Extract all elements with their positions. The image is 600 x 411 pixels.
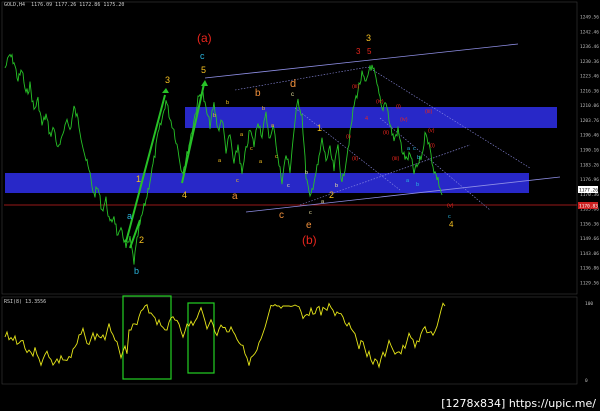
label-b-orange: b (255, 88, 261, 99)
sub-wave-label: a (407, 146, 411, 152)
symbol-info: GOLD,H4 1176.09 1177.26 1172.86 1175.20 (4, 2, 125, 8)
label-a-cyan: a (127, 211, 132, 221)
rsi-title: RSI(8) 13.3556 (4, 299, 47, 305)
label-3-red: 3 (356, 47, 361, 56)
price-tick-label: 1183.26 (580, 162, 599, 168)
price-series (4, 53, 443, 265)
sub-wave-label: (v) (447, 203, 454, 209)
sub-wave-label: (i) (430, 143, 435, 149)
sub-wave-label: (i) (396, 104, 401, 110)
sub-wave-label: (iii) (352, 84, 359, 90)
rsi-highlight-box-2 (187, 302, 215, 374)
label-4-left: 4 (182, 190, 187, 200)
sub-wave-label: c (236, 178, 239, 184)
label-c-cream: c (291, 92, 294, 98)
sub-wave-label: (i) (346, 134, 351, 140)
price-tick-label: 1176.96 (580, 177, 599, 183)
arrow-head-5 (201, 80, 208, 86)
price-tick-label: 1223.46 (580, 74, 599, 80)
label-5-red: 5 (367, 47, 372, 56)
sub-wave-label: c (287, 183, 290, 189)
price-tick-label: 1143.06 (580, 251, 599, 257)
label-a-orange: a (232, 191, 238, 202)
sub-wave-label: (ii) (352, 156, 358, 162)
label-3-left: 3 (165, 75, 170, 85)
trendline-dotted-a (234, 66, 369, 91)
sub-wave-label: b (262, 106, 265, 112)
price-tick-label: 1156.36 (580, 221, 599, 227)
sub-wave-label: a (321, 199, 325, 205)
ask-tag: 1170.83 (579, 204, 598, 210)
footer-watermark: [1278x834] https://upic.me/ (439, 397, 598, 410)
label-e-orange: e (306, 220, 312, 231)
sub-wave-label: b (417, 155, 420, 161)
rsi-level-0: 0 (585, 378, 588, 384)
support-band (5, 173, 529, 193)
bid-tag: 1177.26 (579, 188, 598, 194)
arrow-head-3 (162, 88, 169, 93)
rsi-level-100: 100 (585, 301, 593, 307)
rsi-highlight-box-1 (122, 295, 172, 380)
arrow-wave-5 (181, 83, 205, 184)
price-axis: 1249.56 1242.46 1236.46 1230.36 1223.46 1216.… (580, 15, 599, 287)
label-b-cycle: (b) (302, 233, 317, 247)
sub-wave-label: (iv) (400, 117, 408, 123)
price-tick-label: 1216.36 (580, 88, 599, 94)
label-c-cyan: c (200, 51, 205, 61)
main-panel-border (1, 1, 578, 295)
sub-wave-label: a (218, 158, 222, 164)
sub-wave-label: b (416, 182, 419, 188)
price-tick-label: 1129.56 (580, 281, 599, 287)
price-tick-label: 1190.16 (580, 148, 599, 154)
price-tick-label: 1249.56 (580, 15, 599, 21)
rsi-panel-border (1, 296, 578, 385)
sub-wave-label: 4 (365, 116, 368, 122)
price-tick-label: 1230.36 (580, 59, 599, 65)
label-c-orange: c (279, 210, 284, 221)
sub-wave-label: (iii) (425, 109, 432, 115)
price-tick-label: 1242.46 (580, 29, 599, 35)
sub-wave-label: c (413, 146, 416, 152)
sub-wave-label: c (309, 210, 312, 216)
label-1: 1 (136, 174, 141, 184)
trendline-dotted-d (379, 117, 491, 211)
sub-wave-label: b (305, 170, 308, 176)
sub-wave-label: b (213, 113, 216, 119)
sub-wave-label: c (275, 154, 278, 160)
sub-wave-label: a (240, 132, 244, 138)
sub-wave-label: a (259, 159, 263, 165)
price-tick-label: 1210.06 (580, 103, 599, 109)
price-tick-label: 1203.76 (580, 118, 599, 124)
resistance-band (185, 107, 557, 128)
label-a-cycle: (a) (197, 31, 212, 45)
label-3-top: 3 (366, 33, 371, 43)
sub-wave-label: c (250, 146, 253, 152)
sub-wave-label: (v) (428, 128, 435, 134)
sub-wave-label: (ii) (383, 130, 389, 136)
label-2: 2 (139, 235, 144, 245)
sub-wave-label: b (335, 183, 338, 189)
sub-wave-label: c (448, 214, 451, 220)
sub-wave-label: (iv) (376, 99, 384, 105)
price-tick-label: 1149.66 (580, 236, 599, 242)
sub-wave-label: (iii) (392, 156, 399, 162)
label-d-orange: d (290, 78, 296, 90)
price-tick-label: 1136.86 (580, 266, 599, 272)
price-tick-label: 1236.46 (580, 44, 599, 50)
label-b-cyan: b (134, 266, 139, 276)
label-4-final: 4 (449, 220, 454, 229)
chart-window: 1249.56 1242.46 1236.46 1230.36 1223.46 1216.… (0, 0, 600, 411)
label-1-mid: 1 (317, 123, 322, 133)
label-2-mid: 2 (329, 190, 334, 200)
label-5-top: 5 (201, 65, 206, 75)
price-tick-label: 1196.46 (580, 133, 599, 139)
price-chart[interactable]: 1249.56 1242.46 1236.46 1230.36 1223.46 1216.… (0, 0, 600, 411)
rsi-series (4, 302, 446, 369)
sub-wave-label: b (226, 100, 229, 106)
